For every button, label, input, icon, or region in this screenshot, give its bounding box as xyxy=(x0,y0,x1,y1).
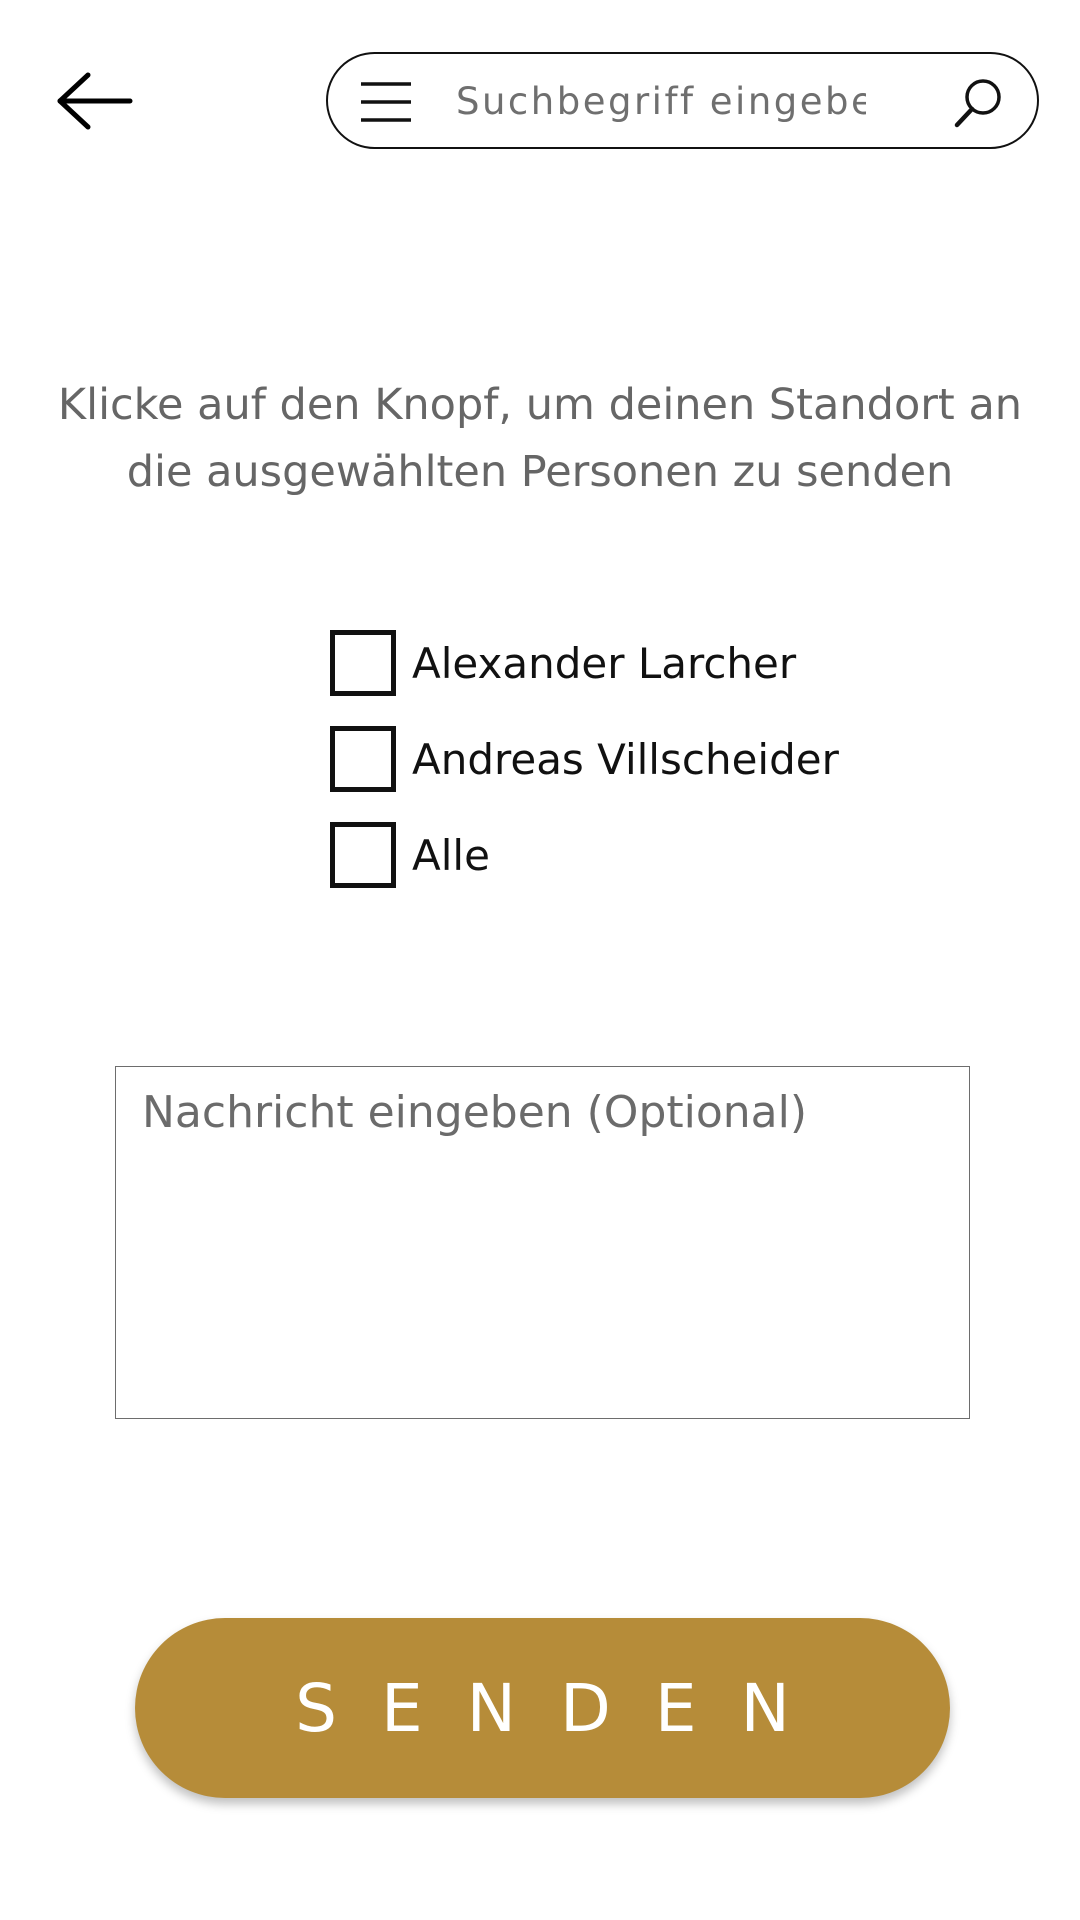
checkbox[interactable] xyxy=(330,822,396,888)
recipient-label: Alexander Larcher xyxy=(412,638,797,688)
checkbox[interactable] xyxy=(330,726,396,792)
search-icon xyxy=(954,79,1001,128)
search-input[interactable] xyxy=(456,74,866,128)
hamburger-menu-icon xyxy=(361,82,411,122)
search-bar xyxy=(326,52,1039,149)
search-button[interactable] xyxy=(951,74,1007,130)
send-button[interactable]: SENDEN xyxy=(135,1618,950,1798)
back-button[interactable] xyxy=(50,62,140,140)
recipient-label: Alle xyxy=(412,830,490,880)
instruction-text: Klicke auf den Knopf, um deinen Standort… xyxy=(57,380,1023,497)
recipient-label: Andreas Villscheider xyxy=(412,734,839,784)
arrow-left-icon xyxy=(57,72,133,130)
recipient-option-all[interactable]: Alle xyxy=(330,822,839,888)
checkbox[interactable] xyxy=(330,630,396,696)
recipient-option[interactable]: Alexander Larcher xyxy=(330,630,839,696)
send-button-label: SENDEN xyxy=(295,1669,834,1747)
menu-button[interactable] xyxy=(356,72,416,132)
message-input[interactable] xyxy=(115,1066,970,1419)
recipient-option[interactable]: Andreas Villscheider xyxy=(330,726,839,792)
recipient-list: Alexander Larcher Andreas Villscheider A… xyxy=(330,630,839,918)
